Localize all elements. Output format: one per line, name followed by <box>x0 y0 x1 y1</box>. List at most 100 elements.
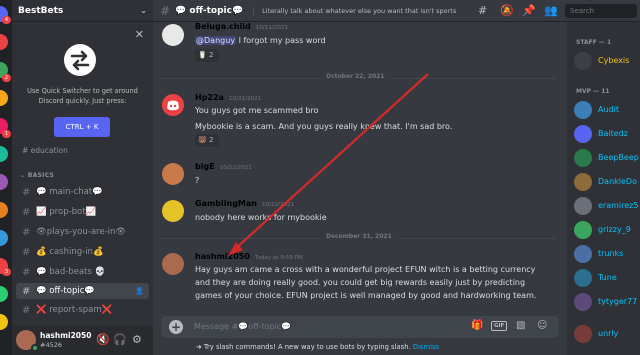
member-name: Audit <box>598 105 619 114</box>
server-icon[interactable] <box>0 146 8 162</box>
member-item[interactable]: tytyger77 <box>574 293 640 311</box>
server-icon[interactable] <box>0 174 8 190</box>
message-text: Mybookie is a scam. And you guys really … <box>195 122 453 131</box>
sticker-icon[interactable]: ▧ <box>516 320 525 331</box>
hash-icon: # <box>22 246 31 258</box>
date-divider: October 22, 2021 <box>160 73 556 80</box>
reaction-chip[interactable]: 🥛 2 <box>195 49 219 62</box>
server-icon[interactable] <box>0 90 8 106</box>
avatar <box>574 269 592 287</box>
member-item[interactable]: Tune <box>574 269 640 287</box>
avatar <box>574 125 592 143</box>
message-composer[interactable]: + Message #💬off-topic💬 🎁 GIF ▧ ☺ <box>161 316 559 338</box>
member-name: Cybexis <box>598 56 630 65</box>
channel-item-partial[interactable]: # education <box>22 146 68 155</box>
member-list-icon[interactable]: 👥 <box>544 4 558 17</box>
hash-icon: # <box>22 186 31 198</box>
member-item[interactable]: Baitedz <box>574 125 640 143</box>
message-timestamp: Today at 9:59 PM <box>254 255 303 261</box>
avatar[interactable] <box>162 24 184 46</box>
member-item[interactable]: grizzy_9 <box>574 221 640 239</box>
add-member-icon[interactable]: 👤 <box>135 287 144 295</box>
channel-item-cashing-in[interactable]: # 💰 cashing-in💰 <box>16 244 149 260</box>
mute-microphone-icon[interactable]: 🔇 <box>96 333 110 346</box>
category-header[interactable]: ⌄ BASICS <box>20 172 54 179</box>
mute-bell-icon[interactable]: 🔕 <box>500 4 514 17</box>
reaction-count: 2 <box>208 136 214 144</box>
channel-title: 💬 off-topic💬 <box>175 5 244 16</box>
threads-icon[interactable]: # <box>478 4 487 17</box>
channel-topic[interactable]: Literally talk about whatever else you w… <box>253 6 456 15</box>
message-text: ? <box>195 176 200 185</box>
dismiss-link[interactable]: Dismiss <box>413 343 439 351</box>
avatar[interactable] <box>162 94 184 116</box>
server-header[interactable]: BestBets ⌄ <box>12 0 153 22</box>
avatar[interactable] <box>162 200 184 222</box>
server-icon[interactable] <box>0 34 8 50</box>
avatar <box>574 101 592 119</box>
avatar[interactable] <box>162 163 184 185</box>
avatar[interactable] <box>162 253 184 275</box>
message-author[interactable]: hashmi2050 Today at 9:59 PM <box>195 252 303 261</box>
channel-item-off-topic[interactable]: # 💬 off-topic💬 👤 <box>16 283 149 299</box>
member-name: Baitedz <box>598 129 628 138</box>
reaction-chip[interactable]: 🐻 2 <box>195 134 219 147</box>
channel-label: 📈 prop-bot📈 <box>36 207 97 217</box>
unread-badge: 2 <box>2 74 11 82</box>
quick-switcher-shortcut-button[interactable]: CTRL + K <box>54 117 110 137</box>
message-text: and they are doing really good. you coul… <box>195 278 526 287</box>
online-status-indicator <box>31 344 39 352</box>
server-rail: 4 2 1 3 <box>0 0 12 355</box>
avatar <box>574 197 592 215</box>
member-name: Tune <box>598 273 617 282</box>
server-icon[interactable] <box>0 286 8 302</box>
channel-label: education <box>30 146 68 155</box>
channel-label: 👁plays-you-are-in👁 <box>36 227 127 237</box>
member-item[interactable]: eramirez5 <box>574 197 640 215</box>
headphones-icon[interactable]: 🎧 <box>113 333 127 346</box>
username: hashmi2050 <box>40 331 92 340</box>
quick-switcher-popup: ✕ Use Quick Switcher to get around Disco… <box>12 22 153 147</box>
member-group-label: STAFF — 1 <box>576 39 612 46</box>
pin-icon[interactable]: 📌 <box>522 4 536 17</box>
server-icon[interactable] <box>0 230 8 246</box>
hash-icon: # <box>22 146 31 155</box>
channel-item-main-chat[interactable]: # 💬 main-chat💬 <box>16 184 149 200</box>
reaction-emoji: 🥛 <box>198 51 207 59</box>
gif-button[interactable]: GIF <box>491 321 508 331</box>
channel-item-prop-bot[interactable]: # 📈 prop-bot📈 <box>16 204 149 220</box>
message-author[interactable]: GamblingMan 10/22/2021 <box>195 199 294 208</box>
hash-icon: # <box>160 3 171 18</box>
quick-switcher-text: Use Quick Switcher to get around Discord… <box>27 87 138 105</box>
add-attachment-icon[interactable]: + <box>169 320 183 334</box>
member-item[interactable]: DankleDo <box>574 173 640 191</box>
gear-icon[interactable]: ⚙ <box>132 333 142 346</box>
chevron-down-icon[interactable]: ⌄ <box>140 6 147 15</box>
channel-label: 💰 cashing-in💰 <box>36 247 104 257</box>
author-name: GamblingMan <box>195 199 257 208</box>
message-input[interactable]: Message #💬off-topic💬 <box>194 322 291 331</box>
date-divider-label: December 31, 2021 <box>320 233 398 240</box>
user-mention[interactable]: @Danguy <box>195 36 237 45</box>
message-author[interactable]: bigE 10/22/2021 <box>195 162 252 171</box>
channel-item-bad-beats[interactable]: # 💬 bad-beats 💀 <box>16 264 149 280</box>
search-input[interactable]: Search <box>565 4 637 18</box>
message-author[interactable]: Hp22a 10/22/2021 <box>195 93 261 102</box>
server-icon[interactable] <box>0 202 8 218</box>
channel-item-report-spam[interactable]: # ❌ report-spam❌ <box>16 302 149 318</box>
close-icon[interactable]: ✕ <box>135 28 144 41</box>
unread-badge: 1 <box>2 130 11 138</box>
emoji-icon[interactable]: ☺ <box>537 320 547 331</box>
member-group-label: MVP — 11 <box>576 88 610 95</box>
member-name: tytyger77 <box>598 297 638 306</box>
member-item[interactable]: unrly <box>574 325 640 343</box>
member-item[interactable]: Cybexis <box>574 52 640 70</box>
server-icon[interactable] <box>0 314 8 330</box>
reaction-count: 2 <box>208 51 214 59</box>
member-item[interactable]: BeepBeep <box>574 149 640 167</box>
member-item[interactable]: trunks <box>574 245 640 263</box>
message-author[interactable]: Beluga.child 10/11/2021 <box>195 22 288 31</box>
gift-icon[interactable]: 🎁 <box>471 320 483 331</box>
member-item[interactable]: Audit <box>574 101 640 119</box>
channel-item-plays-you-are-in[interactable]: # 👁plays-you-are-in👁 <box>16 224 149 240</box>
